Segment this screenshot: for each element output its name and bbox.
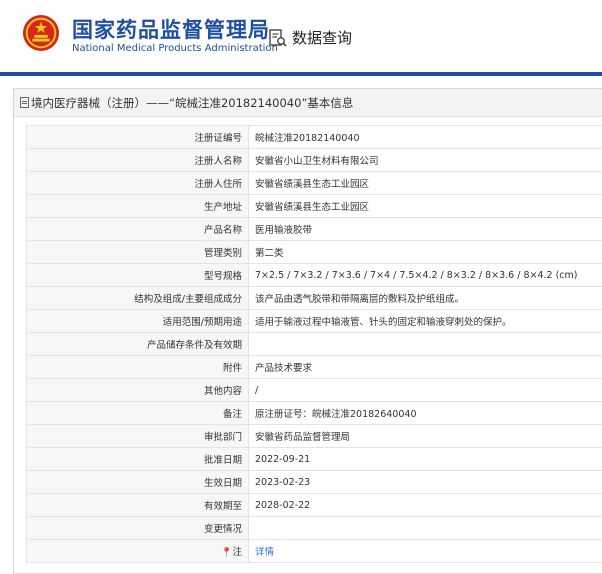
field-value: 安徽省小山卫生材料有限公司: [248, 148, 602, 172]
table-row: 批准日期 2022-09-21: [26, 447, 602, 471]
table-row: 产品储存条件及有效期: [26, 332, 602, 356]
header-divider: [0, 72, 602, 76]
table-row: 产品名称 医用输液胶带: [26, 217, 602, 241]
field-value: 7×2.5 / 7×3.2 / 7×3.6 / 7×4 / 7.5×4.2 / …: [248, 263, 602, 287]
table-row: 注册证编号 皖械注准20182140040: [26, 125, 602, 149]
table-row: 有效期至 2028-02-22: [26, 493, 602, 517]
table-row: 生效日期 2023-02-23: [26, 470, 602, 494]
org-name-en[interactable]: National Medical Products Administration: [72, 43, 278, 54]
table-row: 附件 产品技术要求: [26, 355, 602, 379]
field-label: 生产地址: [26, 194, 249, 218]
detail-card: 境内医疗器械（注册）——“皖械注准20182140040”基本信息 注册证编号皖…: [13, 88, 602, 574]
table-row: 结构及组成/主要组成成分 该产品由透气胶带和带隔离层的敷料及护纸组成。: [26, 286, 602, 310]
table-row: 审批部门 安徽省药品监督管理局: [26, 424, 602, 448]
field-label: 有效期至: [26, 493, 249, 517]
org-name-cn[interactable]: 国家药品监督管理局: [72, 14, 270, 44]
field-label: 📍注: [26, 539, 249, 563]
pin-icon: 📍: [221, 548, 233, 558]
field-value: 2028-02-22: [248, 493, 602, 517]
field-value: /: [248, 378, 602, 402]
field-label: 产品储存条件及有效期: [26, 332, 249, 356]
field-label: 批准日期: [26, 447, 249, 471]
field-value: 2022-09-21: [248, 447, 602, 471]
table-row: 生产地址 安徽省绩溪县生态工业园区: [26, 194, 602, 218]
field-value: 皖械注准20182140040: [248, 125, 602, 149]
field-value: [248, 516, 602, 540]
table-row: 注册人名称 安徽省小山卫生材料有限公司: [26, 148, 602, 172]
field-label: 管理类别: [26, 240, 249, 264]
detail-card-title: 境内医疗器械（注册）——“皖械注准20182140040”基本信息: [14, 89, 602, 117]
document-icon: [20, 97, 29, 108]
field-value: 详情: [248, 539, 602, 563]
field-label: 注册证编号: [26, 125, 249, 149]
field-label: 备注: [26, 401, 249, 425]
data-query-link[interactable]: 数据查询: [268, 27, 352, 48]
field-label: 型号规格: [26, 263, 249, 287]
table-row: 管理类别 第二类: [26, 240, 602, 264]
field-value: 该产品由透气胶带和带隔离层的敷料及护纸组成。: [248, 286, 602, 310]
field-label: 注册人住所: [26, 171, 249, 195]
field-value: 2023-02-23: [248, 470, 602, 494]
field-label: 变更情况: [26, 516, 249, 540]
field-label: 适用范围/预期用途: [26, 309, 249, 333]
national-emblem-icon: [22, 14, 60, 52]
table-row: 注册人住所 安徽省绩溪县生态工业园区: [26, 171, 602, 195]
field-label: 注册人名称: [26, 148, 249, 172]
field-label: 生效日期: [26, 470, 249, 494]
field-value: 第二类: [248, 240, 602, 264]
section-title: 境内医疗器械（注册）——“皖械注准20182140040”基本信息: [31, 95, 354, 110]
table-row: 适用范围/预期用途 适用于输液过程中输液管、针头的固定和输液穿刺处的保护。: [26, 309, 602, 333]
field-value: 安徽省绩溪县生态工业园区: [248, 194, 602, 218]
field-value: 产品技术要求: [248, 355, 602, 379]
table-row: 型号规格 7×2.5 / 7×3.2 / 7×3.6 / 7×4 / 7.5×4.…: [26, 263, 602, 287]
search-document-icon: [269, 28, 287, 47]
table-row: 备注 原注册证号：皖械注准20182640040: [26, 401, 602, 425]
field-label: 其他内容: [26, 378, 249, 402]
field-label: 结构及组成/主要组成成分: [26, 286, 249, 310]
details-link[interactable]: 详情: [255, 547, 274, 558]
table-row: 📍注 详情: [26, 539, 602, 563]
field-label: 附件: [26, 355, 249, 379]
table-row: 变更情况: [26, 516, 602, 540]
field-value: 安徽省绩溪县生态工业园区: [248, 171, 602, 195]
site-header: 国家药品监督管理局 National Medical Products Admi…: [0, 0, 602, 76]
field-value: [248, 332, 602, 356]
field-value: 原注册证号：皖械注准20182640040: [248, 401, 602, 425]
data-query-label: 数据查询: [292, 29, 353, 47]
table-row: 其他内容 /: [26, 378, 602, 402]
field-label: 产品名称: [26, 217, 249, 241]
field-value: 安徽省药品监督管理局: [248, 424, 602, 448]
field-value: 适用于输液过程中输液管、针头的固定和输液穿刺处的保护。: [248, 309, 602, 333]
field-label-text: 注: [232, 547, 242, 558]
detail-table: 注册证编号 皖械注准20182140040 注册人名称 安徽省小山卫生材料有限公司 注册…: [26, 125, 602, 563]
field-value: 医用输液胶带: [248, 217, 602, 241]
field-label: 审批部门: [26, 424, 249, 448]
